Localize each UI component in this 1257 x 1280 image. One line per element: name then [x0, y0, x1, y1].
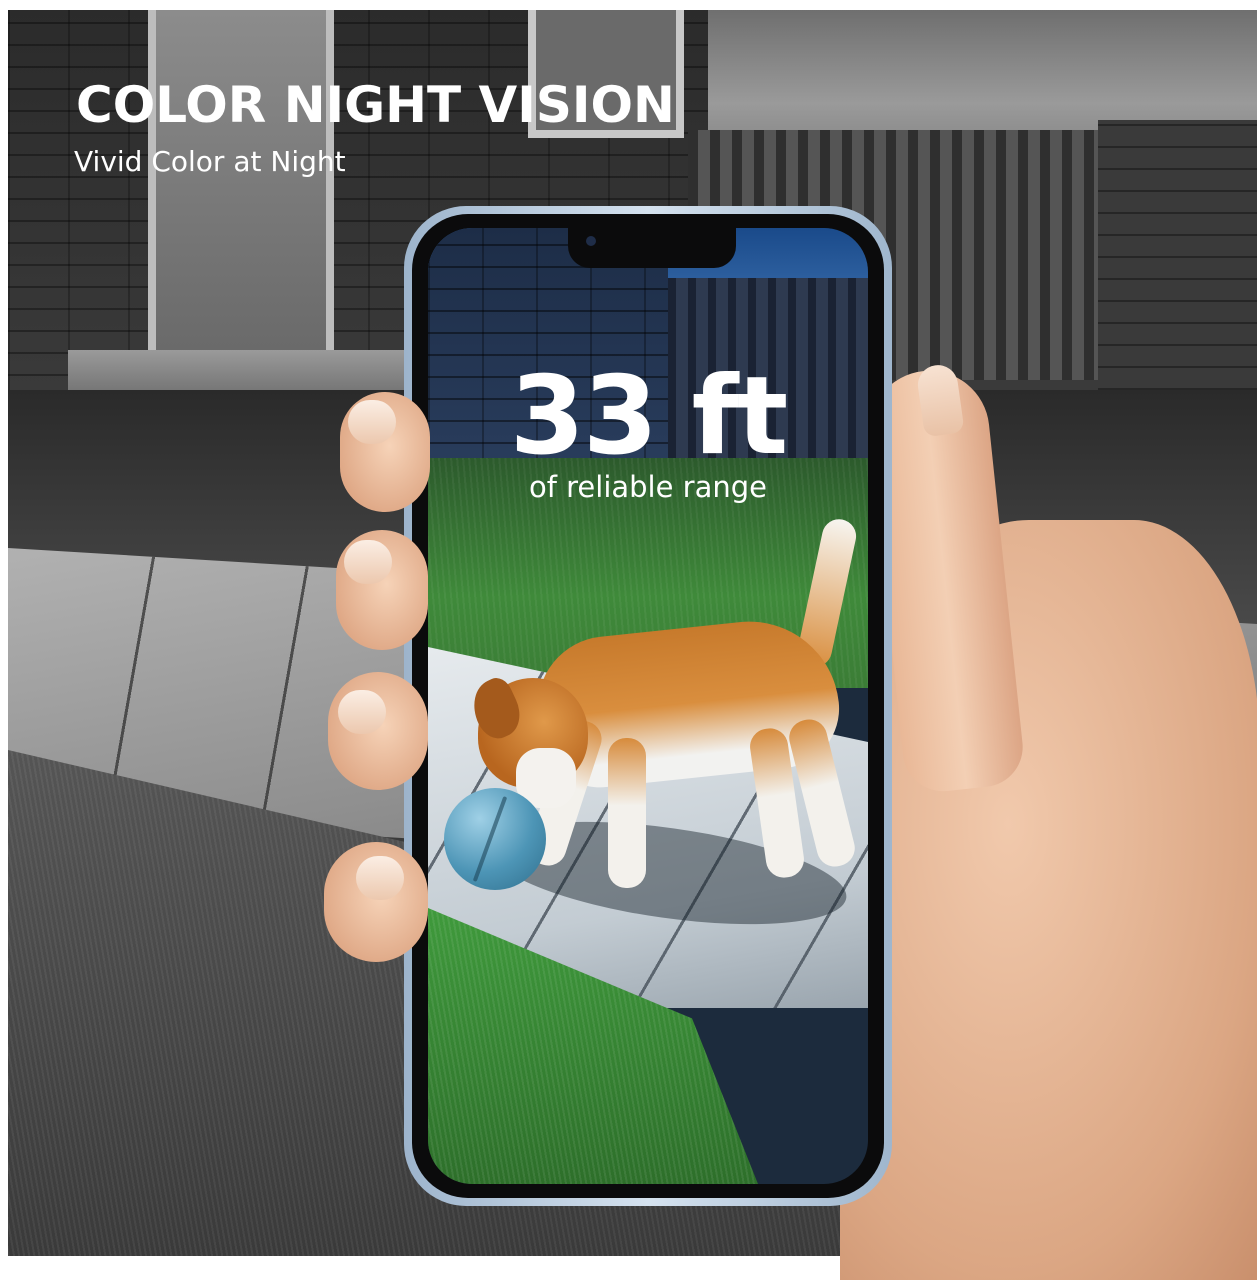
headline-title: COLOR NIGHT VISION	[76, 76, 675, 134]
blue-ball	[444, 788, 546, 890]
finger-middle-nail	[344, 540, 392, 584]
phone-screen: 33 ft of reliable range	[428, 228, 868, 1184]
finger-ring-nail	[338, 690, 386, 734]
range-caption: of reliable range	[528, 470, 768, 504]
finger-index-nail	[348, 400, 396, 444]
phone-notch	[568, 228, 736, 268]
headline-subtitle: Vivid Color at Night	[74, 145, 346, 178]
finger-ring	[328, 672, 428, 790]
dog-leg-front-2	[608, 738, 646, 888]
background-door	[148, 10, 334, 358]
range-value: 33 ft	[509, 354, 789, 479]
front-camera-icon	[586, 236, 596, 246]
finger-pinky-nail	[356, 856, 404, 900]
background-right-wall	[1098, 120, 1257, 390]
